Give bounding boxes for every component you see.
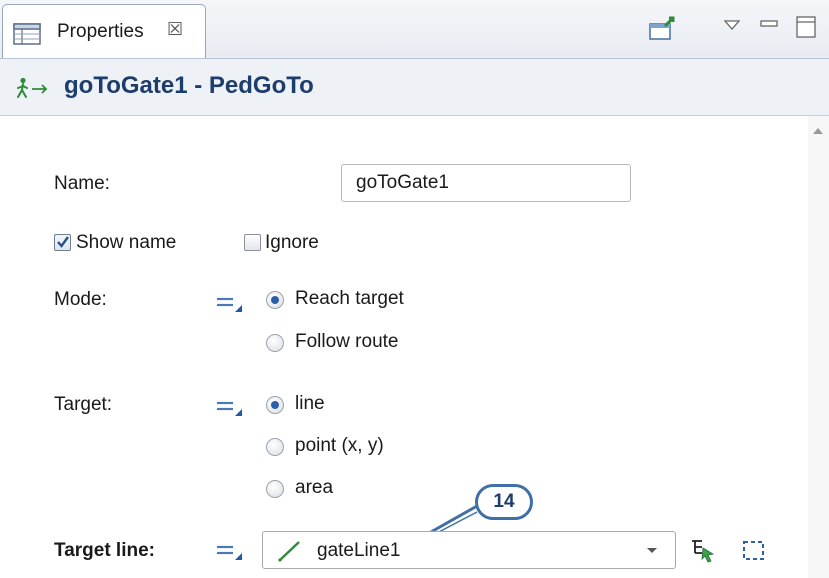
target-line-option-label: line <box>295 393 325 414</box>
close-icon[interactable]: ☒ <box>167 19 183 40</box>
ignore-checkbox[interactable] <box>244 234 261 251</box>
select-area-icon[interactable] <box>742 540 766 567</box>
tab-properties[interactable]: Properties ☒ <box>2 4 206 58</box>
mode-follow-route-label: Follow route <box>295 331 399 352</box>
mode-follow-route-radio[interactable] <box>266 334 284 352</box>
view-menu-icon[interactable] <box>723 18 741 36</box>
static-value-toggle-icon[interactable] <box>216 398 244 423</box>
show-name-checkbox[interactable] <box>54 234 71 251</box>
target-line-label: Target line: <box>54 540 155 561</box>
vertical-scrollbar[interactable] <box>808 116 829 578</box>
target-line-value: gateLine1 <box>317 540 401 561</box>
mode-reach-target-label: Reach target <box>295 288 404 309</box>
minimize-icon[interactable] <box>760 16 778 34</box>
select-from-model-icon[interactable] <box>690 537 716 568</box>
name-label: Name: <box>54 173 110 194</box>
mode-label: Mode: <box>54 289 107 310</box>
properties-view-icon <box>13 23 41 50</box>
target-label: Target: <box>54 394 113 415</box>
maximize-icon[interactable] <box>796 16 816 43</box>
target-line-combo[interactable]: gateLine1 <box>262 531 676 569</box>
properties-header: goToGate1 - PedGoTo <box>0 59 829 116</box>
target-area-radio[interactable] <box>266 480 284 498</box>
ignore-label: Ignore <box>265 232 319 253</box>
target-point-radio[interactable] <box>266 438 284 456</box>
pin-to-element-icon[interactable] <box>648 16 678 47</box>
line-shape-icon <box>277 539 303 568</box>
target-area-option-label: area <box>295 477 334 498</box>
static-value-toggle-icon[interactable] <box>216 542 244 567</box>
scroll-up-icon[interactable] <box>813 128 823 134</box>
page-title: goToGate1 - PedGoTo <box>64 72 314 99</box>
pedestrian-goto-icon <box>14 77 56 104</box>
tab-properties-label: Properties <box>57 21 144 42</box>
target-point-option-label: point (x, y) <box>295 435 384 456</box>
name-input[interactable] <box>341 164 631 202</box>
mode-reach-target-radio[interactable] <box>266 291 284 309</box>
callout-badge: 14 <box>475 484 533 520</box>
static-value-toggle-icon[interactable] <box>216 294 244 319</box>
target-line-radio[interactable] <box>266 396 284 414</box>
chevron-down-icon[interactable] <box>647 548 657 553</box>
show-name-label: Show name <box>76 232 177 253</box>
view-tab-bar: Properties ☒ <box>0 0 829 59</box>
checkmark-icon <box>57 236 69 248</box>
